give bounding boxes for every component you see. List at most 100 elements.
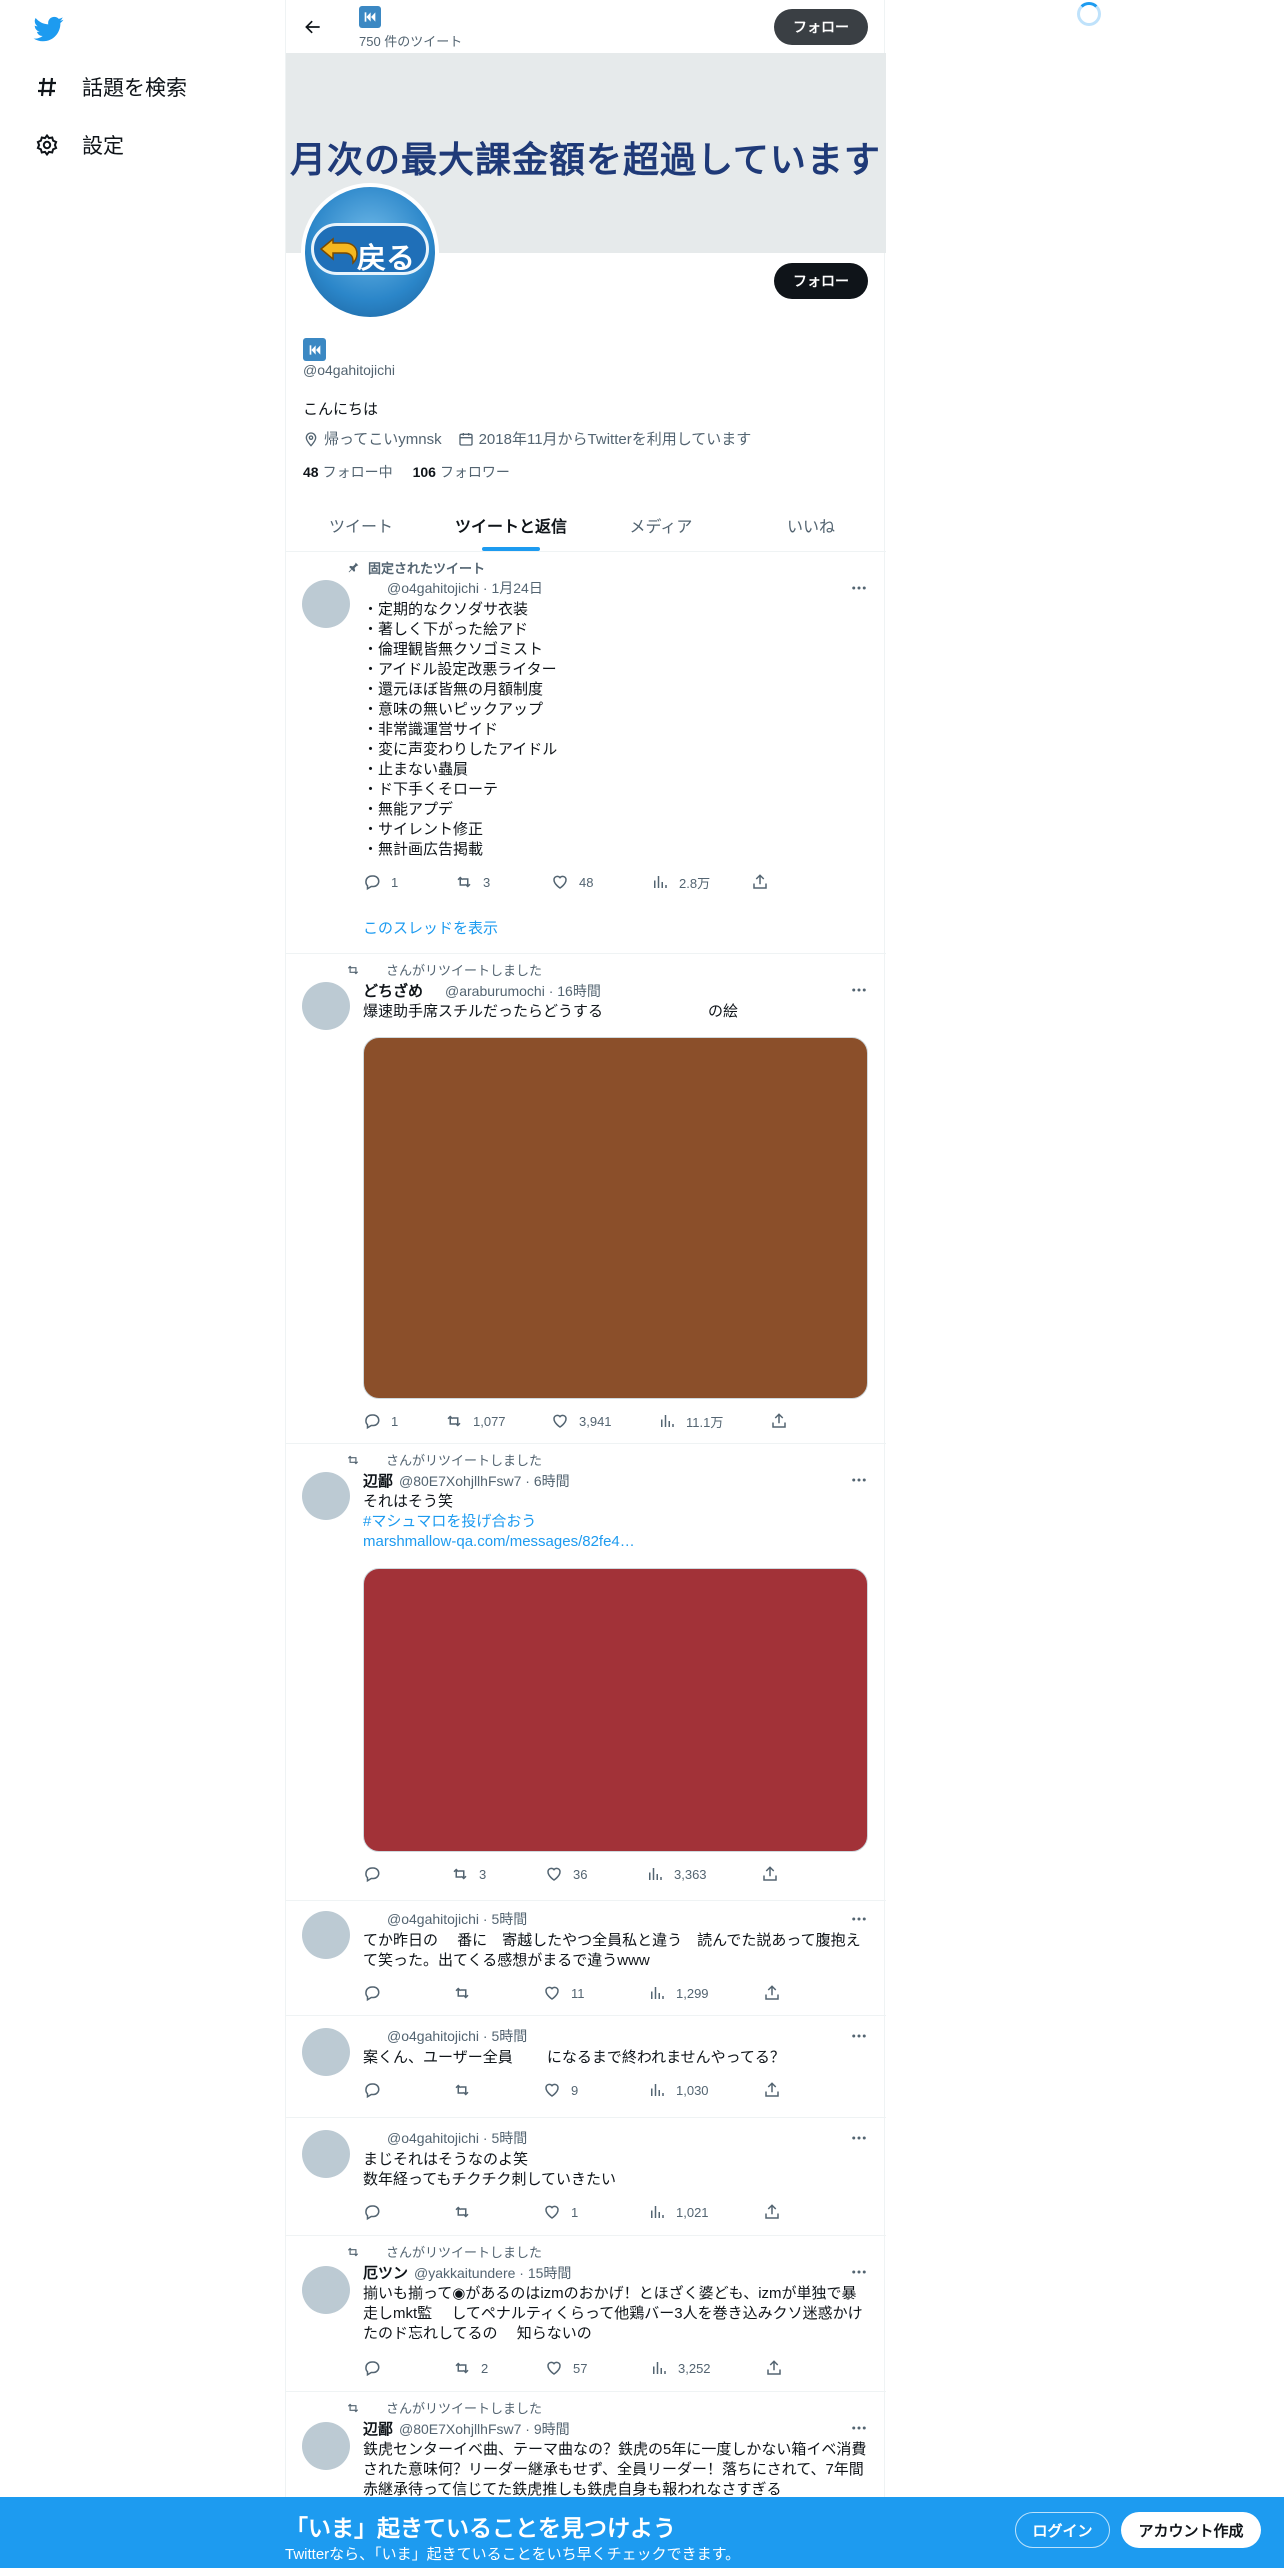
avatar[interactable]	[302, 1911, 350, 1959]
views-button[interactable]: 3,252	[650, 2358, 765, 2378]
avatar[interactable]	[302, 2028, 350, 2076]
profile-avatar[interactable]: 戻る	[301, 183, 439, 321]
tweet-author-name[interactable]: 厄ツン	[363, 2262, 408, 2283]
tweet-image[interactable]	[363, 1037, 868, 1399]
following-link[interactable]: 48 フォロー中	[303, 462, 393, 482]
twitter-logo-icon[interactable]	[32, 14, 66, 44]
avatar[interactable]	[302, 2266, 350, 2314]
views-button[interactable]: 1,030	[648, 2080, 763, 2100]
reply-button[interactable]	[363, 2080, 453, 2100]
follow-button[interactable]: フォロー	[774, 263, 868, 299]
more-options-icon[interactable]	[848, 2418, 870, 2438]
like-button[interactable]: 48	[551, 872, 651, 892]
show-thread-link[interactable]: このスレッドを表示	[363, 917, 498, 938]
more-options-icon[interactable]	[848, 2128, 870, 2148]
bar-chart-icon	[648, 2203, 666, 2221]
header-follow-button[interactable]: フォロー	[774, 9, 868, 45]
tab-tweets[interactable]: ツイート	[286, 499, 436, 551]
tweet[interactable]: さんがリツイートしました どちざめ @araburumochi · 16時間 爆…	[286, 954, 886, 1444]
retweet-button[interactable]: 2	[453, 2358, 545, 2378]
avatar[interactable]	[302, 2130, 350, 2178]
rewind-emoji-icon	[359, 6, 381, 28]
like-button[interactable]: 3,941	[551, 1411, 658, 1431]
like-button[interactable]: 36	[545, 1864, 646, 1884]
heart-icon	[551, 873, 569, 891]
tweet-author-name[interactable]: 辺鄙	[363, 1470, 393, 1491]
tweet[interactable]: さんがリツイートしました 厄ツン @yakkaitundere · 15時間 揃…	[286, 2236, 886, 2392]
login-button[interactable]: ログイン	[1015, 2512, 1110, 2548]
like-button[interactable]: 9	[543, 2080, 648, 2100]
more-options-icon[interactable]	[848, 1909, 870, 1929]
reply-button[interactable]	[363, 1983, 453, 2003]
tab-tweets-and-replies[interactable]: ツイートと返信	[436, 499, 586, 551]
avatar[interactable]	[302, 2422, 350, 2470]
retweet-button[interactable]: 3	[451, 1864, 545, 1884]
avatar[interactable]	[302, 580, 350, 628]
like-button[interactable]: 11	[543, 1983, 648, 2003]
tweet-handle[interactable]: @o4gahitojichi · 5時間	[387, 1909, 527, 1929]
share-button[interactable]	[761, 1864, 779, 1884]
views-button[interactable]: 1,021	[648, 2202, 763, 2222]
views-button[interactable]: 11.1万	[658, 1411, 770, 1431]
tweet[interactable]: さんがリツイートしました 辺鄙 @80E7XohjllhFsw7 · 6時間 そ…	[286, 1444, 886, 1901]
avatar[interactable]	[302, 1472, 350, 1520]
retweet-button[interactable]	[453, 2080, 543, 2100]
follow-stats: 48 フォロー中 106 フォロワー	[303, 462, 510, 482]
views-button[interactable]: 1,299	[648, 1983, 763, 2003]
tweet-author-name[interactable]: 辺鄙	[363, 2418, 393, 2439]
reply-icon	[363, 2081, 381, 2099]
tweet-handle[interactable]: @o4gahitojichi · 5時間	[387, 2026, 527, 2046]
reply-icon	[363, 1865, 381, 1883]
heart-icon	[543, 1984, 561, 2002]
reply-button[interactable]	[363, 2202, 453, 2222]
hashtag-link[interactable]: #マシュマロを投げ合おう	[363, 1512, 870, 1532]
back-arrow-icon[interactable]	[298, 12, 328, 42]
bar-chart-icon	[646, 1865, 664, 1883]
reply-button[interactable]: 1	[363, 1411, 445, 1431]
profile-location: 帰ってこいymnsk	[303, 428, 442, 449]
like-button[interactable]: 57	[545, 2358, 650, 2378]
tweet[interactable]: 固定されたツイート @o4gahitojichi · 1月24日 ・定期的なクソ…	[286, 552, 886, 954]
tweet[interactable]: @o4gahitojichi · 5時間 案くん、ユーザー全員 になるまで終われ…	[286, 2016, 886, 2118]
tweet-handle[interactable]: @yakkaitundere · 15時間	[414, 2263, 571, 2283]
views-button[interactable]: 2.8万	[651, 872, 751, 892]
nav-explore[interactable]: 話題を検索	[34, 72, 187, 102]
tweet-handle[interactable]: @araburumochi · 16時間	[445, 981, 601, 1001]
signup-button[interactable]: アカウント作成	[1121, 2512, 1261, 2548]
share-button[interactable]	[765, 2358, 783, 2378]
retweet-button[interactable]	[453, 2202, 543, 2222]
reply-button[interactable]: 1	[363, 872, 455, 892]
tweet-handle[interactable]: @80E7XohjllhFsw7 · 9時間	[399, 2419, 570, 2439]
tab-media[interactable]: メディア	[586, 499, 736, 551]
tweet[interactable]: @o4gahitojichi · 5時間 てか昨日の 番に 寄越したやつ全員私と…	[286, 1901, 886, 2016]
tab-likes[interactable]: いいね	[736, 499, 886, 551]
url-link[interactable]: marshmallow-qa.com/messages/82fe4…	[363, 1532, 870, 1552]
more-options-icon[interactable]	[848, 1470, 870, 1490]
tweet-image[interactable]	[363, 1568, 868, 1852]
share-button[interactable]	[770, 1411, 788, 1431]
retweet-button[interactable]: 3	[455, 872, 551, 892]
more-options-icon[interactable]	[848, 578, 870, 598]
retweet-button[interactable]: 1,077	[445, 1411, 551, 1431]
share-button[interactable]	[763, 2080, 781, 2100]
more-options-icon[interactable]	[848, 2262, 870, 2282]
share-button[interactable]	[751, 872, 769, 892]
more-options-icon[interactable]	[848, 980, 870, 1000]
followers-link[interactable]: 106 フォロワー	[413, 462, 510, 482]
more-options-icon[interactable]	[848, 2026, 870, 2046]
like-button[interactable]: 1	[543, 2202, 648, 2222]
reply-button[interactable]	[363, 2358, 453, 2378]
retweet-button[interactable]	[453, 1983, 543, 2003]
tweet[interactable]: @o4gahitojichi · 5時間 まじそれはそうなのよ笑 数年経ってもチ…	[286, 2118, 886, 2236]
avatar[interactable]	[302, 982, 350, 1030]
tweet-handle[interactable]: @80E7XohjllhFsw7 · 6時間	[399, 1471, 570, 1491]
nav-settings[interactable]: 設定	[34, 130, 124, 160]
tweet-author-name[interactable]: どちざめ	[363, 980, 423, 1001]
share-button[interactable]	[763, 1983, 781, 2003]
tweet-actions: 1 1,021	[363, 2202, 793, 2222]
reply-button[interactable]	[363, 1864, 451, 1884]
tweet-handle[interactable]: @o4gahitojichi · 1月24日	[387, 578, 543, 598]
share-button[interactable]	[763, 2202, 781, 2222]
tweet-handle[interactable]: @o4gahitojichi · 5時間	[387, 2128, 527, 2148]
views-button[interactable]: 3,363	[646, 1864, 761, 1884]
